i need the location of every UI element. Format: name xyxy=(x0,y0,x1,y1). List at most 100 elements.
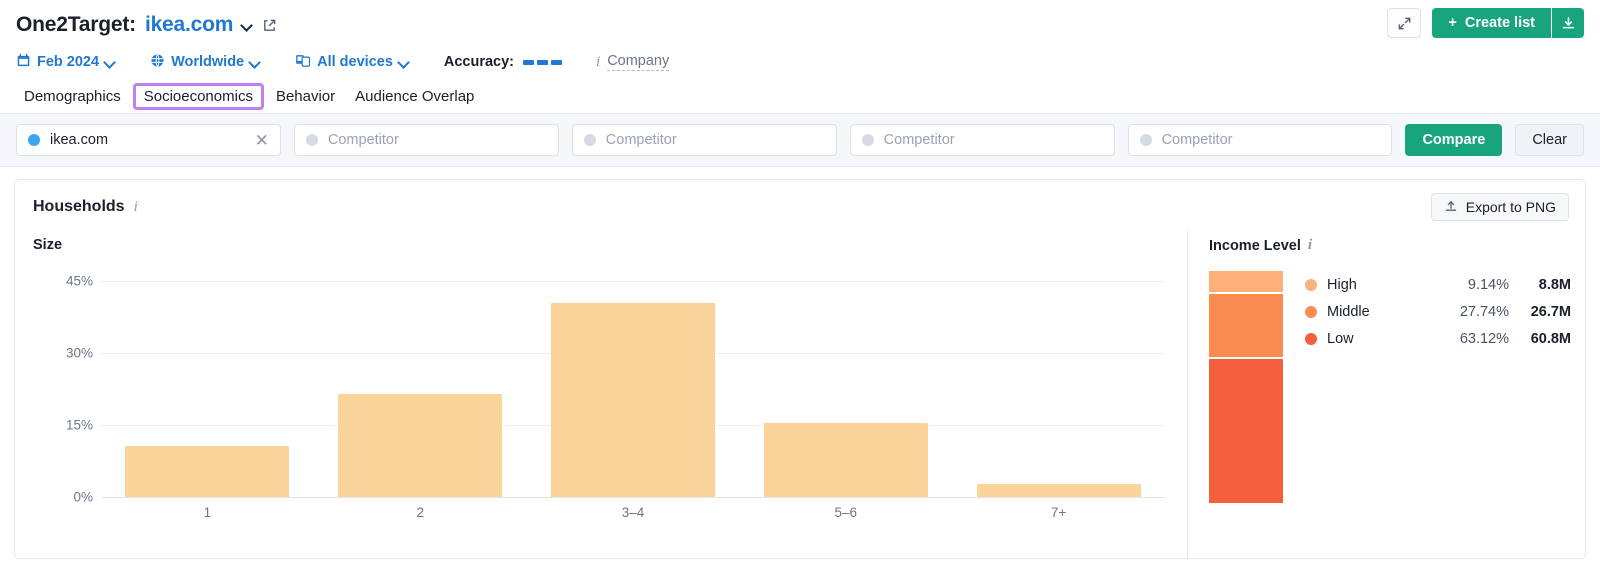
compare-button[interactable]: Compare xyxy=(1405,124,1503,156)
competitor-input-placeholder: Competitor xyxy=(883,132,955,148)
tab-demographics[interactable]: Demographics xyxy=(14,83,131,110)
create-list-button[interactable]: + Create list xyxy=(1432,8,1551,38)
legend-color-dot xyxy=(1305,305,1317,318)
income-level-panel: Income Level i High 9.14% 8.8M Middle 27.74%… xyxy=(1187,231,1585,558)
export-to-png-button[interactable]: Export to PNG xyxy=(1430,193,1569,221)
bar[interactable] xyxy=(125,446,290,497)
upload-icon xyxy=(1444,199,1458,216)
bar-column[interactable] xyxy=(527,267,740,497)
competitor-input-4[interactable]: Competitor xyxy=(1127,124,1393,156)
competitor-input-3[interactable]: Competitor xyxy=(849,124,1115,156)
external-link-icon[interactable] xyxy=(262,18,277,33)
size-plot-area: 0% 15% 30% 45% 1 2 3–4 5–6 7+ xyxy=(33,267,1187,542)
page-header: One2Target: ikea.com Feb 2024 Worldwide … xyxy=(0,0,1600,78)
globe-icon xyxy=(150,53,165,72)
legend-absolute-value: 60.8M xyxy=(1530,330,1571,347)
x-axis-tick: 1 xyxy=(203,505,212,520)
size-chart-title: Size xyxy=(33,237,63,253)
income-level-title: Income Level i xyxy=(1209,237,1571,254)
calendar-icon xyxy=(16,53,31,72)
devices-icon xyxy=(295,53,311,72)
competitor-input-2[interactable]: Competitor xyxy=(571,124,837,156)
x-axis-labels: 1 2 3–4 5–6 7+ xyxy=(101,505,1165,520)
device-filter[interactable]: All devices xyxy=(295,53,410,72)
header-actions: + Create list xyxy=(1387,8,1584,38)
series-color-dot xyxy=(583,134,596,146)
expand-icon[interactable] xyxy=(1387,8,1422,38)
accuracy-indicator: Accuracy: xyxy=(444,54,563,70)
series-color-dot xyxy=(1139,134,1152,146)
download-icon[interactable] xyxy=(1552,8,1584,38)
x-axis-tick: 3–4 xyxy=(621,505,645,520)
y-axis-tick: 15% xyxy=(65,417,93,433)
create-list-group: + Create list xyxy=(1432,8,1584,38)
domain-input-primary[interactable]: ikea.com ✕ xyxy=(16,124,281,156)
income-legend-row[interactable]: Low 63.12% 60.8M xyxy=(1305,325,1571,352)
x-axis-tick: 5–6 xyxy=(834,505,858,520)
tab-audience-overlap[interactable]: Audience Overlap xyxy=(345,83,484,110)
location-filter[interactable]: Worldwide xyxy=(150,53,261,72)
income-legend: High 9.14% 8.8M Middle 27.74% 26.7M Low 63.12% 6… xyxy=(1305,271,1571,503)
competitor-input-placeholder: Competitor xyxy=(1161,132,1233,148)
legend-absolute-value: 8.8M xyxy=(1538,276,1571,293)
bar[interactable] xyxy=(551,303,715,497)
chevron-down-icon[interactable] xyxy=(242,20,253,31)
title-row: One2Target: ikea.com xyxy=(16,10,1584,40)
series-color-dot xyxy=(305,134,318,146)
income-legend-row[interactable]: Middle 27.74% 26.7M xyxy=(1305,298,1571,325)
competitor-input-placeholder: Competitor xyxy=(327,132,399,148)
bar-column[interactable] xyxy=(314,267,527,497)
chevron-down-icon xyxy=(399,57,410,68)
tab-behavior[interactable]: Behavior xyxy=(266,83,345,110)
chevron-down-icon xyxy=(105,57,116,68)
income-level-title-text: Income Level xyxy=(1209,237,1301,254)
legend-color-dot xyxy=(1305,278,1317,291)
info-icon[interactable]: i xyxy=(134,199,138,216)
income-stack-segment[interactable] xyxy=(1209,356,1283,503)
y-axis-tick: 30% xyxy=(65,345,93,361)
domain-input-value: ikea.com xyxy=(50,132,109,148)
legend-percentage: 63.12% xyxy=(1459,330,1509,347)
bar[interactable] xyxy=(763,423,928,497)
export-to-png-label: Export to PNG xyxy=(1465,199,1556,215)
close-icon[interactable]: ✕ xyxy=(255,132,269,149)
filters-row: Feb 2024 Worldwide All devices Accuracy:… xyxy=(16,49,1584,75)
households-card: Households i Export to PNG Size 0% 15% 3… xyxy=(14,179,1586,559)
legend-percentage: 9.14% xyxy=(1467,276,1509,293)
info-icon[interactable]: i xyxy=(1308,237,1312,254)
income-stack-segment[interactable] xyxy=(1209,271,1283,293)
accuracy-bars-icon xyxy=(523,59,563,65)
bar-column[interactable] xyxy=(739,267,952,497)
income-legend-row[interactable]: High 9.14% 8.8M xyxy=(1305,271,1571,298)
income-stacked-bar xyxy=(1209,271,1283,503)
households-card-wrapper: Households i Export to PNG Size 0% 15% 3… xyxy=(0,167,1600,559)
plus-icon: + xyxy=(1448,15,1457,31)
page-title-domain[interactable]: ikea.com xyxy=(145,13,233,37)
info-icon: i xyxy=(596,53,601,70)
one2target-page: One2Target: ikea.com Feb 2024 Worldwide … xyxy=(0,0,1600,578)
household-size-chart: Size 0% 15% 30% 45% 1 2 3–4 5–6 7+ xyxy=(15,231,1187,558)
date-filter[interactable]: Feb 2024 xyxy=(16,53,116,72)
device-filter-label: All devices xyxy=(317,54,393,70)
bar[interactable] xyxy=(338,394,503,497)
competitor-input-placeholder: Competitor xyxy=(605,132,677,148)
divider xyxy=(0,113,1600,114)
x-axis-tick: 2 xyxy=(416,505,424,520)
bar-column[interactable] xyxy=(101,267,314,497)
date-filter-label: Feb 2024 xyxy=(37,54,100,70)
income-stack-segment[interactable] xyxy=(1209,292,1283,357)
competitor-input-1[interactable]: Competitor xyxy=(293,124,559,156)
location-filter-label: Worldwide xyxy=(171,54,245,70)
legend-label: Middle xyxy=(1327,303,1370,320)
page-title: One2Target: xyxy=(16,13,136,36)
clear-button[interactable]: Clear xyxy=(1515,124,1584,156)
legend-percentage: 27.74% xyxy=(1459,303,1509,320)
bar-column[interactable] xyxy=(952,267,1165,497)
company-toggle[interactable]: i Company xyxy=(596,53,670,71)
y-axis-tick: 0% xyxy=(73,489,93,505)
legend-absolute-value: 26.7M xyxy=(1530,303,1571,320)
card-header: Households i Export to PNG xyxy=(15,180,1585,231)
tab-socioeconomics[interactable]: Socioeconomics xyxy=(132,82,264,110)
series-color-dot xyxy=(861,134,874,146)
bar[interactable] xyxy=(976,483,1141,497)
